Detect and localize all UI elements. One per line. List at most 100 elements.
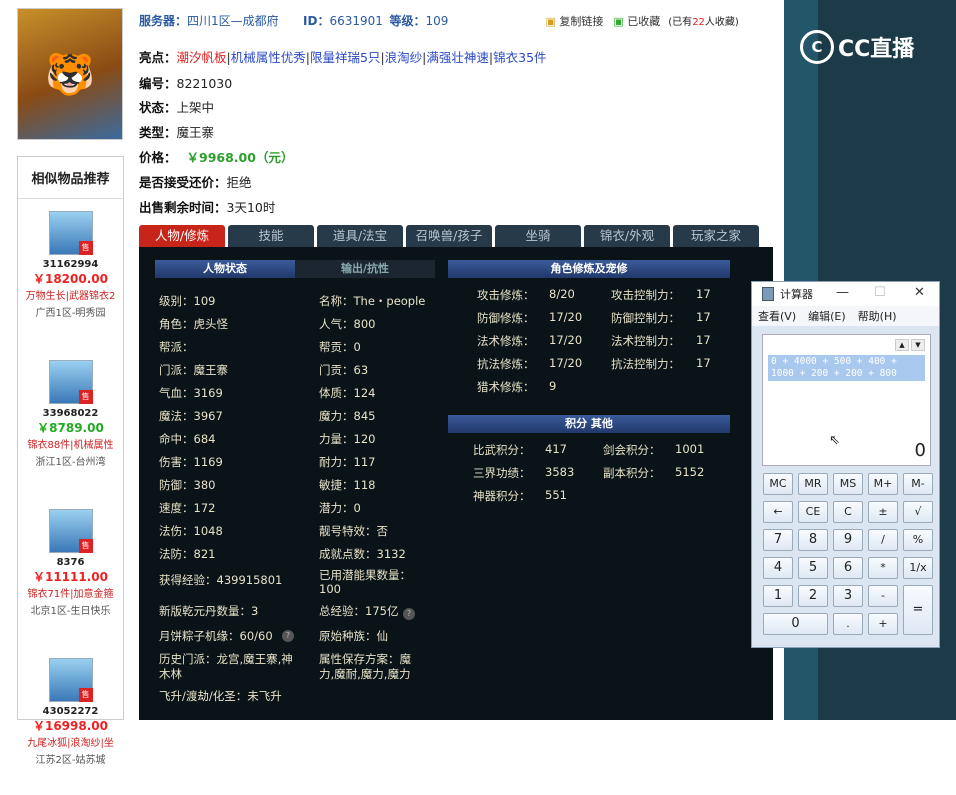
highlight-link[interactable]: 机械属性优秀 [231, 50, 306, 65]
control-label: 抗法控制力： [611, 357, 680, 371]
similar-item-image[interactable]: 售 [48, 360, 93, 404]
stat-mid: 门贡：63 [319, 363, 369, 377]
similar-item-image[interactable]: 售 [48, 211, 93, 255]
tab-1[interactable]: 人物/修炼 [139, 225, 225, 247]
calc-key[interactable]: 7 [763, 529, 793, 551]
stat-mid: 力量：120 [319, 432, 376, 446]
favorite-button[interactable]: ▣ 已收藏 [613, 13, 660, 29]
remaining-time-label: 出售剩余时间： [139, 200, 227, 215]
calc-key[interactable]: + [868, 613, 898, 635]
copy-link-button[interactable]: ▣ 复制链接 [545, 13, 603, 29]
similar-item-tags[interactable]: 万物生长|武器锦衣2 [18, 287, 123, 302]
similar-item[interactable]: 售 33968022 ￥8789.00 锦衣88件|机械属性 浙江1区-台州湾 [18, 360, 123, 497]
calc-menu-item[interactable]: 查看(V) [758, 308, 796, 324]
help-icon[interactable]: ? [403, 608, 415, 620]
calc-key[interactable]: 1/x [903, 557, 933, 579]
highlight-link[interactable]: 潮汐帆板 [177, 50, 227, 65]
counter-offer-value: 拒绝 [226, 175, 252, 190]
calc-key[interactable]: 6 [833, 557, 863, 579]
cultivate-label: 防御修炼： [477, 311, 535, 325]
calc-key[interactable]: MS [833, 473, 863, 495]
calc-key[interactable]: 9 [833, 529, 863, 551]
calc-key[interactable]: / [868, 529, 898, 551]
calc-key[interactable]: CE [798, 501, 828, 523]
tab-3[interactable]: 道具/法宝 [317, 225, 403, 247]
highlight-link[interactable]: 浪淘纱 [385, 50, 423, 65]
calc-key[interactable]: 3 [833, 585, 863, 607]
calc-key[interactable]: 8 [798, 529, 828, 551]
similar-item[interactable]: 售 8376 ￥11111.00 锦衣71件|加意金箍 北京1区-生日快乐 [18, 509, 123, 646]
stat-left: 新版乾元丹数量：3 [159, 604, 259, 618]
stat-left: 月饼粽子机缘：60/60 [159, 629, 273, 643]
similar-items-panel: 相似物品推荐 售 31162994 ￥18200.00 万物生长|武器锦衣2 广西1区-… [17, 156, 124, 766]
stat-mid: 体质：124 [319, 386, 376, 400]
calc-key[interactable]: ± [868, 501, 898, 523]
sell-tag: 售 [78, 241, 93, 255]
calc-key[interactable]: 1 [763, 585, 793, 607]
similar-item-id: 43052272 [42, 706, 99, 717]
maximize-icon[interactable]: ☐ [874, 285, 886, 300]
sell-tag: 售 [78, 688, 93, 702]
calc-key[interactable]: 5 [798, 557, 828, 579]
status-header[interactable]: 人物状态 [155, 260, 295, 278]
similar-item[interactable]: 售 43052272 ￥16998.00 九尾冰狐|浪淘纱|坐 江苏2区-姑苏城 [18, 658, 123, 795]
calc-key[interactable]: M+ [868, 473, 898, 495]
score-header: 积分 其他 [448, 415, 730, 433]
highlight-link[interactable]: 满强壮神速 [426, 50, 489, 65]
calc-key[interactable]: % [903, 529, 933, 551]
stat-mid: 名称：The・people [319, 294, 426, 308]
tab-7[interactable]: 玩家之家 [673, 225, 759, 247]
scroll-down-icon[interactable]: ▼ [911, 339, 925, 351]
resist-header[interactable]: 输出/抗性 [295, 260, 435, 278]
tab-6[interactable]: 锦衣/外观 [584, 225, 670, 247]
calc-key[interactable]: M- [903, 473, 933, 495]
similar-item[interactable]: 售 31162994 ￥18200.00 万物生长|武器锦衣2 广西1区-明秀园 [18, 211, 123, 348]
calc-key[interactable]: 4 [763, 557, 793, 579]
stat-left: 角色：虎头怪 [159, 317, 228, 331]
similar-item-image[interactable]: 售 [48, 509, 93, 553]
calc-key[interactable]: = [903, 585, 933, 635]
score-label: 副本积分： [603, 466, 661, 480]
stat-mid: 原始种族：仙 [319, 629, 388, 643]
stat-mid: 100 [319, 582, 341, 596]
number-line: 编号：8221030 [139, 73, 232, 92]
similar-item-price: ￥8789.00 [37, 421, 104, 435]
calc-key[interactable]: - [868, 585, 898, 607]
stat-mid: 潜力：0 [319, 501, 361, 515]
calc-menu-item[interactable]: 帮助(H) [858, 308, 897, 324]
favorite-icon: ▣ [613, 14, 624, 28]
highlight-link[interactable]: 锦衣35件 [493, 50, 546, 65]
cultivate-header: 角色修炼及宠修 [448, 260, 730, 278]
close-icon[interactable]: ✕ [914, 285, 925, 300]
calc-key[interactable]: MR [798, 473, 828, 495]
stat-mid: 敏捷：118 [319, 478, 376, 492]
similar-item-tags[interactable]: 锦衣71件|加意金箍 [18, 585, 123, 600]
calc-menu-item[interactable]: 编辑(E) [808, 308, 846, 324]
calc-key[interactable]: C [833, 501, 863, 523]
calc-key[interactable]: 0 [763, 613, 828, 635]
score-value: 1001 [675, 442, 705, 456]
help-icon[interactable]: ? [282, 630, 294, 642]
id-value: 6631901 [329, 13, 383, 28]
type-value: 魔王寨 [176, 125, 215, 140]
calc-key[interactable]: ← [763, 501, 793, 523]
scroll-up-icon[interactable]: ▲ [895, 339, 909, 351]
server-value: 四川1区—成都府 [187, 14, 279, 28]
calc-key[interactable]: MC [763, 473, 793, 495]
calc-key[interactable]: √ [903, 501, 933, 523]
calc-key[interactable]: . [833, 613, 863, 635]
cultivate-value: 17/20 [549, 310, 583, 324]
brand-name: CC直播 [838, 37, 915, 62]
similar-item-tags[interactable]: 锦衣88件|机械属性 [18, 436, 123, 451]
copy-icon: ▣ [545, 14, 556, 28]
minimize-icon[interactable]: — [836, 285, 849, 300]
similar-item-tags[interactable]: 九尾冰狐|浪淘纱|坐 [18, 734, 123, 749]
calc-key[interactable]: * [868, 557, 898, 579]
calc-key[interactable]: 2 [798, 585, 828, 607]
stat-mid: 力,魔耐,魔力,魔力 [319, 667, 411, 681]
highlight-link[interactable]: 限量祥瑞5只 [310, 50, 380, 65]
tab-4[interactable]: 召唤兽/孩子 [406, 225, 492, 247]
tab-2[interactable]: 技能 [228, 225, 314, 247]
similar-item-image[interactable]: 售 [48, 658, 93, 702]
tab-5[interactable]: 坐骑 [495, 225, 581, 247]
